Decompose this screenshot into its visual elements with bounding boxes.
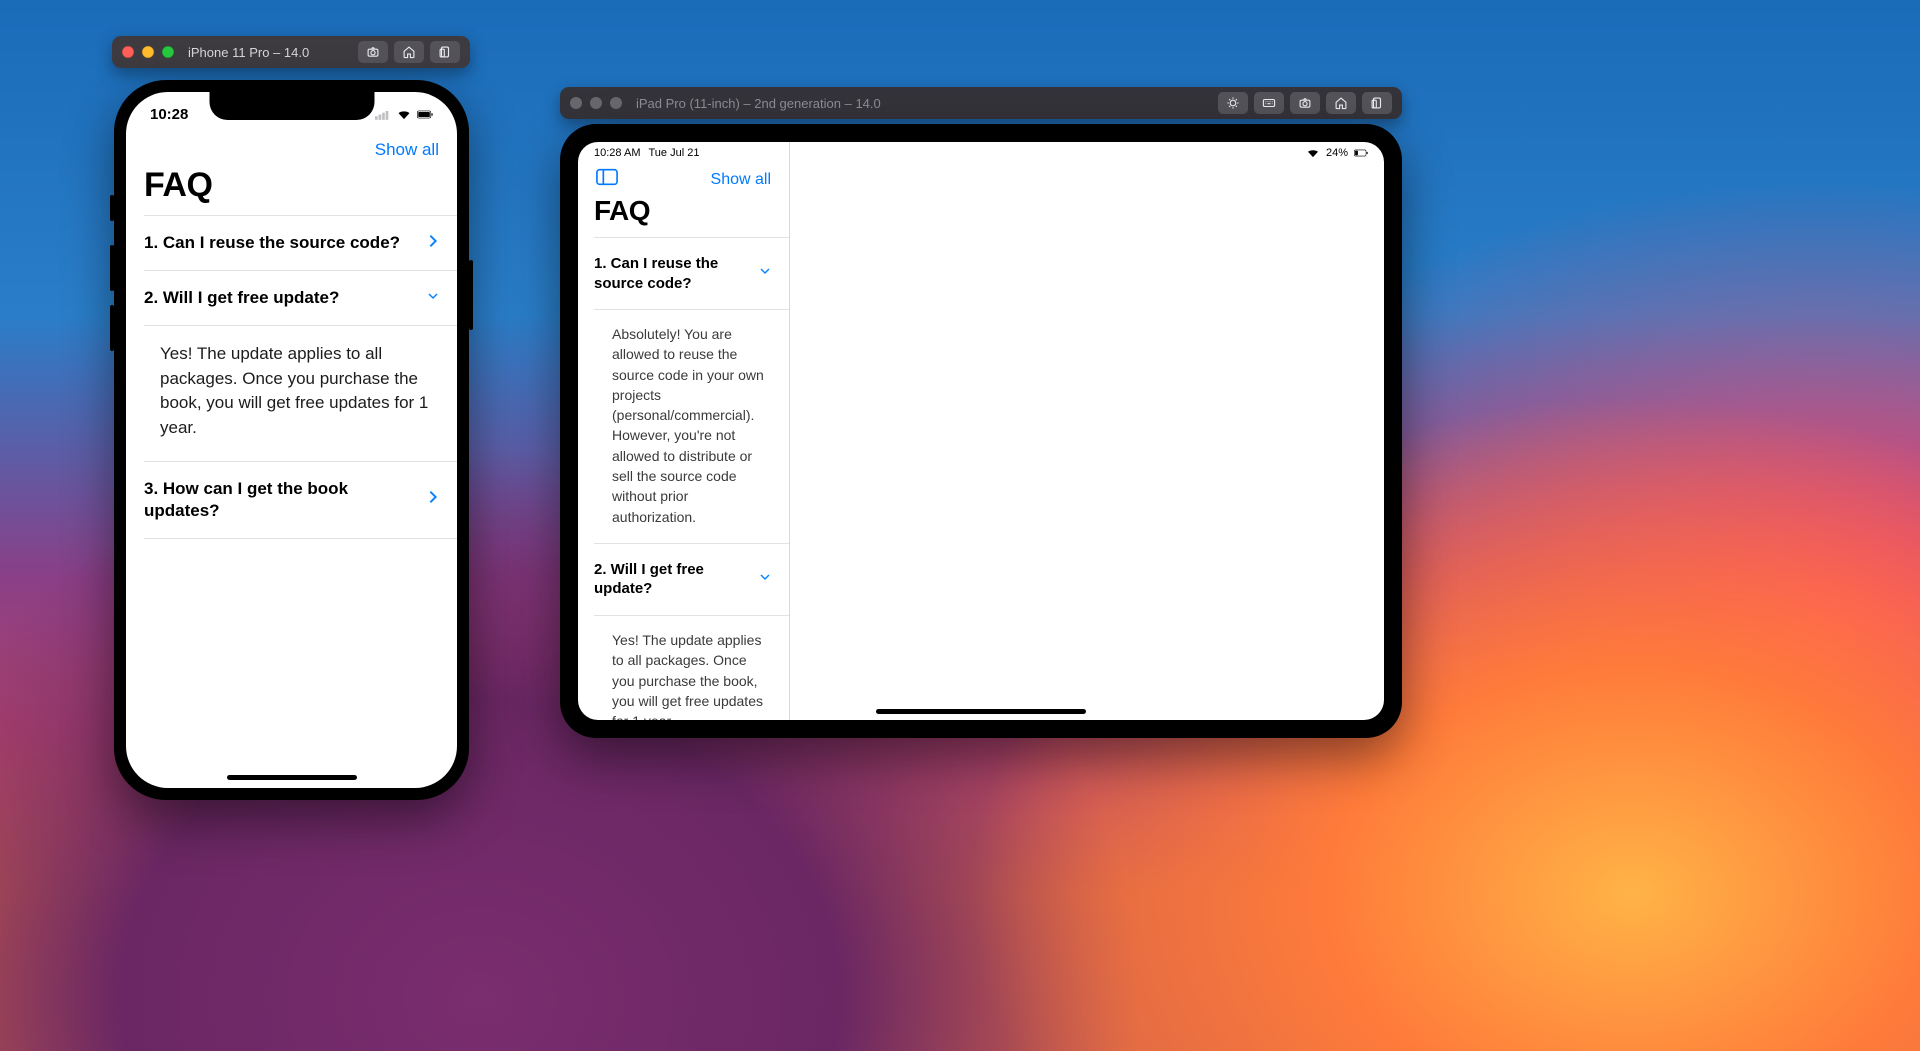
volume-down-button (110, 305, 114, 351)
zoom-icon[interactable] (162, 46, 174, 58)
faq-question: 1. Can I reuse the source code? (144, 232, 415, 254)
screenshot-button[interactable] (358, 41, 388, 63)
battery-icon (417, 109, 433, 120)
status-right (375, 109, 433, 120)
zoom-icon[interactable] (610, 97, 622, 109)
status-date: Tue Jul 21 (648, 147, 699, 159)
faq-list: 1. Can I reuse the source code? Absolute… (594, 237, 789, 720)
volume-up-button (110, 245, 114, 291)
page-title: FAQ (578, 193, 789, 237)
sim-title: iPhone 11 Pro – 14.0 (188, 45, 309, 60)
close-icon[interactable] (570, 97, 582, 109)
sim-title: iPad Pro (11-inch) – 2nd generation – 14… (636, 96, 881, 111)
status-time: 10:28 (150, 106, 188, 123)
iphone-sim-titlebar[interactable]: iPhone 11 Pro – 14.0 (112, 36, 470, 68)
power-button (469, 260, 473, 330)
battery-icon (1354, 148, 1368, 158)
minimize-icon[interactable] (590, 97, 602, 109)
iphone-device-frame: 10:28 Show all FAQ 1. Can I reuse the so… (114, 80, 469, 800)
close-icon[interactable] (122, 46, 134, 58)
faq-row-1[interactable]: 1. Can I reuse the source code? (144, 216, 457, 271)
rotate-button[interactable] (1362, 92, 1392, 114)
home-button[interactable] (1326, 92, 1356, 114)
mute-switch (110, 195, 114, 221)
battery-percent: 24% (1326, 147, 1348, 159)
ipad-screen: 10:28 AM Tue Jul 21 24% Show all FAQ 1. … (578, 142, 1384, 720)
rotate-button[interactable] (430, 41, 460, 63)
ipad-device-frame: 10:28 AM Tue Jul 21 24% Show all FAQ 1. … (560, 124, 1402, 738)
chevron-down-icon (759, 263, 771, 284)
chevron-right-icon (427, 233, 439, 254)
home-indicator[interactable] (876, 709, 1086, 714)
show-all-button[interactable]: Show all (375, 140, 439, 160)
faq-answer: Yes! The update applies to all packages.… (594, 616, 789, 720)
faq-answer: Yes! The update applies to all packages.… (144, 326, 457, 462)
ipad-sim-titlebar[interactable]: iPad Pro (11-inch) – 2nd generation – 14… (560, 87, 1402, 119)
wifi-icon (396, 109, 412, 120)
faq-answer: Absolutely! You are allowed to reuse the… (594, 310, 789, 544)
chevron-down-icon (759, 569, 771, 590)
faq-list: 1. Can I reuse the source code? 2. Will … (144, 215, 457, 539)
status-time: 10:28 AM (594, 147, 640, 159)
keyboard-button[interactable] (1254, 92, 1284, 114)
home-button[interactable] (394, 41, 424, 63)
wifi-icon (1306, 148, 1320, 158)
faq-row-3[interactable]: 3. How can I get the book updates? (144, 462, 457, 539)
minimize-icon[interactable] (142, 46, 154, 58)
status-bar: 10:28 AM Tue Jul 21 24% (578, 142, 1384, 164)
faq-question: 2. Will I get free update? (144, 287, 415, 309)
show-all-button[interactable]: Show all (711, 171, 771, 189)
traffic-lights[interactable] (570, 97, 622, 109)
nav-bar: Show all (578, 164, 789, 193)
ipad-detail-pane (790, 142, 1384, 720)
iphone-screen: 10:28 Show all FAQ 1. Can I reuse the so… (126, 92, 457, 788)
faq-question: 1. Can I reuse the source code? (594, 254, 747, 293)
faq-row-2[interactable]: 2. Will I get free update? (144, 271, 457, 326)
notch (209, 92, 374, 120)
page-title: FAQ (126, 162, 457, 215)
nav-bar: Show all (126, 136, 457, 162)
faq-question: 3. How can I get the book updates? (144, 478, 415, 522)
chevron-right-icon (427, 489, 439, 510)
traffic-lights[interactable] (122, 46, 174, 58)
sidebar-toggle-icon[interactable] (596, 168, 618, 191)
faq-row-2[interactable]: 2. Will I get free update? (594, 544, 789, 616)
appearance-button[interactable] (1218, 92, 1248, 114)
ipad-sidebar: Show all FAQ 1. Can I reuse the source c… (578, 142, 790, 720)
screenshot-button[interactable] (1290, 92, 1320, 114)
faq-question: 2. Will I get free update? (594, 560, 747, 599)
cellular-icon (375, 109, 391, 120)
faq-row-1[interactable]: 1. Can I reuse the source code? (594, 238, 789, 310)
home-indicator[interactable] (227, 775, 357, 780)
chevron-down-icon (427, 288, 439, 309)
